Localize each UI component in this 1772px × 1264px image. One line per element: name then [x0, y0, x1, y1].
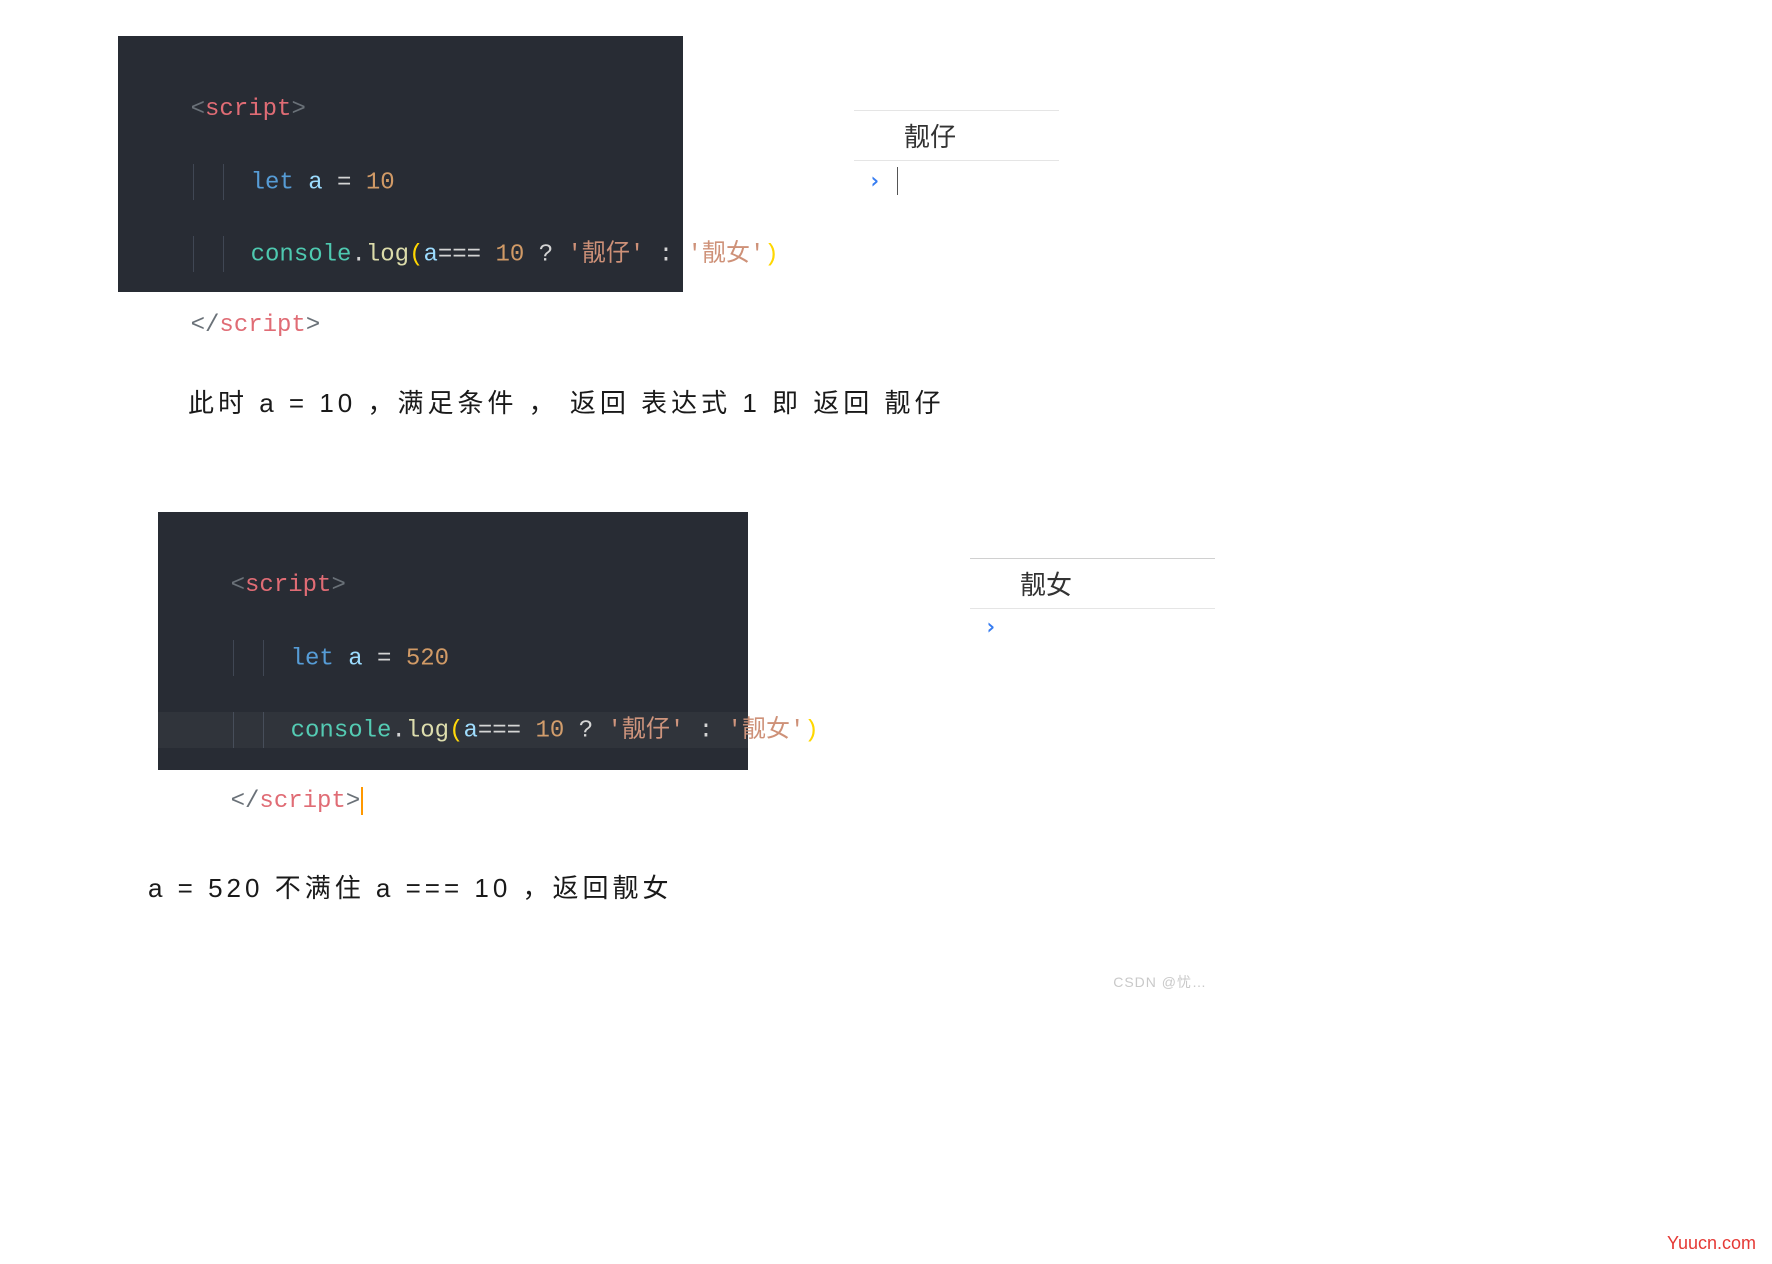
code-token: script: [219, 312, 305, 339]
code-token: ): [764, 241, 778, 268]
console-prompt[interactable]: ›: [970, 609, 1215, 646]
code-token: .: [351, 241, 365, 268]
code-token: ===: [438, 241, 496, 268]
code-token: '靓女': [688, 241, 765, 268]
code-editor-2: <script> let a = 520 console.log(a=== 10…: [158, 512, 748, 770]
code-token: (: [409, 241, 423, 268]
text-cursor-icon: [361, 787, 363, 815]
code-token: a: [423, 241, 437, 268]
code-token: a: [334, 645, 377, 672]
code-token: </: [231, 788, 260, 815]
console-log-line: 靓仔: [854, 110, 1059, 161]
code-token: let: [251, 169, 294, 196]
console-output-2: 靓女 ›: [970, 558, 1215, 646]
code-token: >: [346, 788, 360, 815]
code-token: =: [337, 169, 351, 196]
code-token: 520: [391, 645, 449, 672]
yuucn-watermark: Yuucn.com: [1667, 1233, 1756, 1254]
code-token: 10: [351, 169, 394, 196]
code-token: script: [245, 572, 331, 599]
code-token: 10: [495, 241, 524, 268]
code-token: '靓仔': [568, 241, 645, 268]
code-token: let: [291, 645, 334, 672]
code-token: a: [294, 169, 337, 196]
chevron-right-icon: ›: [868, 169, 881, 194]
console-output-1: 靓仔 ›: [854, 110, 1059, 201]
explanation-text-1: 此时 a = 10 ，满足条件 ， 返回 表达式 1 即 返回 靓仔: [188, 383, 944, 420]
explanation-text-2: a = 520 不满住 a === 10 ，返回靓女: [148, 868, 673, 905]
csdn-watermark: CSDN @忧…: [1113, 972, 1207, 992]
console-prompt[interactable]: ›: [854, 161, 1059, 201]
code-token: script: [259, 788, 345, 815]
code-editor-1: <script> let a = 10 console.log(a=== 10 …: [118, 36, 683, 292]
code-token: ): [804, 717, 818, 744]
code-token: >: [291, 96, 305, 123]
code-token: </: [191, 312, 220, 339]
console-log-line: 靓女: [970, 559, 1215, 609]
code-token: script: [205, 96, 291, 123]
code-token: :: [644, 241, 687, 268]
text-cursor-icon: [897, 167, 898, 195]
code-token: log: [366, 241, 409, 268]
code-token: console: [251, 241, 352, 268]
chevron-right-icon: ›: [984, 615, 997, 640]
code-token: ?: [524, 241, 567, 268]
code-token: <: [191, 96, 205, 123]
code-token: >: [331, 572, 345, 599]
code-token: =: [377, 645, 391, 672]
code-token: >: [306, 312, 320, 339]
code-token: <: [231, 572, 245, 599]
